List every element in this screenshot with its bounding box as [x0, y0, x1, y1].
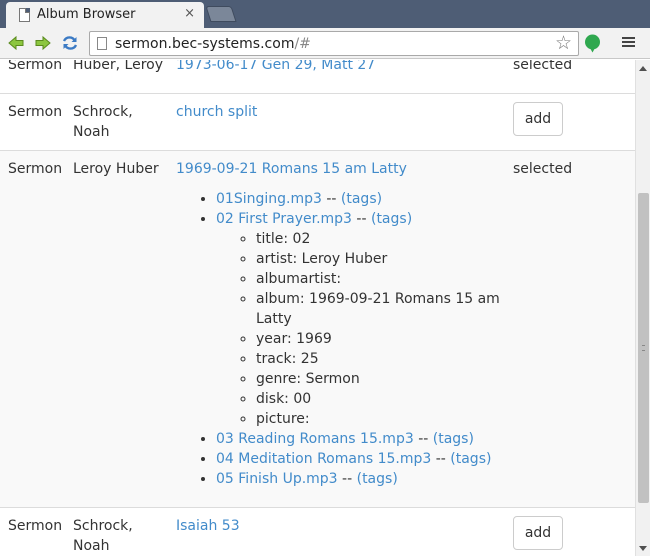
- track-separator: --: [321, 191, 341, 207]
- tag-item: disk: 00: [256, 389, 516, 409]
- add-album-button[interactable]: add: [513, 102, 563, 136]
- url-text: sermon.bec-systems.com/#: [115, 36, 311, 52]
- track-separator: --: [431, 451, 451, 467]
- tab-strip: Album Browser ×: [0, 0, 650, 28]
- tag-item: title: 02: [256, 229, 516, 249]
- tag-item: genre: Sermon: [256, 369, 516, 389]
- page-icon: [19, 8, 30, 22]
- close-tab-icon[interactable]: ×: [184, 6, 195, 22]
- album-link[interactable]: Isaiah 53: [176, 516, 240, 536]
- album-link[interactable]: church split: [176, 102, 257, 122]
- tags-link[interactable]: (tags): [450, 451, 491, 467]
- tag-item: picture:: [256, 409, 516, 429]
- track-link[interactable]: 04 Meditation Romans 15.mp3: [216, 451, 431, 467]
- tag-item: albumartist:: [256, 269, 516, 289]
- add-album-button[interactable]: add: [513, 516, 563, 550]
- address-bar[interactable]: sermon.bec-systems.com/# ☆: [89, 31, 579, 56]
- album-link[interactable]: 1973-06-17 Gen 29, Matt 27: [176, 60, 375, 75]
- bookmark-star-icon[interactable]: ☆: [555, 33, 572, 53]
- album-status: selected: [513, 60, 573, 73]
- url-path: /#: [294, 36, 311, 52]
- scroll-up-arrow-icon[interactable]: [639, 66, 647, 71]
- scrollbar-thumb[interactable]: [638, 193, 649, 503]
- track-item: 04 Meditation Romans 15.mp3 -- (tags): [216, 449, 516, 469]
- track-link[interactable]: 03 Reading Romans 15.mp3: [216, 431, 414, 447]
- tag-list: title: 02 artist: Leroy Huber albumartis…: [256, 229, 516, 429]
- track-item: 01Singing.mp3 -- (tags): [216, 189, 516, 209]
- album-artist: Schrock, Noah: [73, 518, 133, 554]
- tag-item: album: 1969-09-21 Romans 15 am Latty: [256, 289, 516, 329]
- scrollbar-grip-icon: [642, 345, 645, 351]
- browser-toolbar: sermon.bec-systems.com/# ☆: [0, 28, 650, 59]
- album-list: Sermon Huber, Leroy 1973-06-17 Gen 29, M…: [0, 60, 635, 556]
- album-artist: Leroy Huber: [73, 161, 159, 177]
- vertical-scrollbar[interactable]: [635, 60, 650, 556]
- reload-icon[interactable]: [61, 34, 79, 52]
- forward-arrow-icon[interactable]: [34, 34, 52, 52]
- track-separator: --: [337, 471, 357, 487]
- album-type: Sermon: [8, 104, 63, 120]
- album-row: Sermon Schrock, Noah Isaiah 53 add: [0, 507, 635, 556]
- album-type: Sermon: [8, 518, 63, 534]
- track-item: 03 Reading Romans 15.mp3 -- (tags): [216, 429, 516, 449]
- scroll-down-arrow-icon[interactable]: [639, 546, 647, 551]
- album-link[interactable]: 1969-09-21 Romans 15 am Latty: [176, 159, 407, 179]
- album-artist: Schrock, Noah: [73, 104, 133, 140]
- album-row-expanded: Sermon Leroy Huber 1969-09-21 Romans 15 …: [0, 150, 635, 507]
- track-link[interactable]: 05 Finish Up.mp3: [216, 471, 338, 487]
- track-separator: --: [351, 211, 371, 227]
- album-status: selected: [513, 161, 573, 177]
- track-item: 02 First Prayer.mp3 -- (tags) title: 02 …: [216, 209, 516, 429]
- album-type: Sermon: [8, 60, 63, 73]
- extension-icon[interactable]: [584, 34, 601, 53]
- tags-link[interactable]: (tags): [371, 211, 412, 227]
- tag-item: track: 25: [256, 349, 516, 369]
- tag-item: artist: Leroy Huber: [256, 249, 516, 269]
- url-host: sermon.bec-systems.com: [115, 36, 295, 52]
- album-row: Sermon Schrock, Noah church split add: [0, 93, 635, 151]
- page-icon: [97, 37, 107, 50]
- tags-link[interactable]: (tags): [341, 191, 382, 207]
- tab-album-browser[interactable]: Album Browser ×: [6, 2, 204, 28]
- track-link[interactable]: 01Singing.mp3: [216, 191, 322, 207]
- track-link[interactable]: 02 First Prayer.mp3: [216, 211, 352, 227]
- back-arrow-icon[interactable]: [7, 34, 25, 52]
- track-list: 01Singing.mp3 -- (tags) 02 First Prayer.…: [216, 189, 516, 489]
- album-type: Sermon: [8, 161, 63, 177]
- album-row: Sermon Huber, Leroy 1973-06-17 Gen 29, M…: [0, 60, 635, 94]
- album-artist: Huber, Leroy: [73, 60, 164, 73]
- tags-link[interactable]: (tags): [357, 471, 398, 487]
- tab-title: Album Browser: [37, 7, 136, 22]
- tags-link[interactable]: (tags): [433, 431, 474, 447]
- new-tab-button[interactable]: [205, 6, 237, 22]
- menu-icon[interactable]: [622, 37, 635, 50]
- track-item: 05 Finish Up.mp3 -- (tags): [216, 469, 516, 489]
- tag-item: year: 1969: [256, 329, 516, 349]
- track-separator: --: [413, 431, 433, 447]
